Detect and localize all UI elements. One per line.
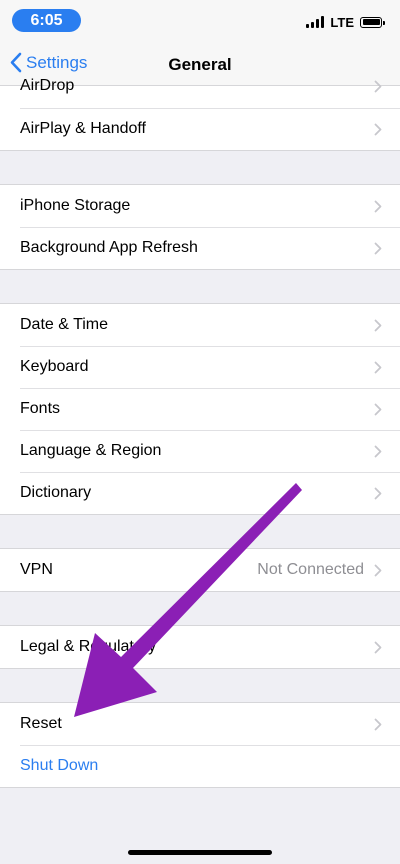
cellular-signal-icon	[306, 16, 325, 28]
status-bar: 6:05 LTE	[0, 0, 400, 44]
row-label: iPhone Storage	[20, 197, 131, 214]
settings-group: iPhone Storage Background App Refresh	[0, 184, 400, 270]
chevron-right-icon	[374, 564, 382, 576]
vpn-status-value: Not Connected	[257, 561, 364, 578]
chevron-right-icon	[374, 200, 382, 212]
row-label: AirPlay & Handoff	[20, 120, 146, 137]
chevron-right-icon	[374, 242, 382, 254]
status-time[interactable]: 6:05	[12, 9, 81, 32]
settings-row-reset[interactable]: Reset	[0, 703, 400, 745]
chevron-right-icon	[374, 445, 382, 457]
row-label: Date & Time	[20, 316, 109, 333]
row-label: Legal & Regulatory	[20, 638, 157, 655]
settings-row-dictionary[interactable]: Dictionary	[0, 472, 400, 514]
settings-row-vpn[interactable]: VPN Not Connected	[0, 549, 400, 591]
page-title: General	[168, 55, 232, 74]
settings-row-airdrop[interactable]: AirDrop	[0, 77, 400, 108]
row-label: Shut Down	[20, 757, 99, 774]
chevron-right-icon	[374, 718, 382, 730]
settings-row-language-region[interactable]: Language & Region	[0, 430, 400, 472]
chevron-right-icon	[374, 487, 382, 499]
chevron-right-icon	[374, 641, 382, 653]
battery-icon	[360, 16, 385, 28]
settings-group: AirDrop AirPlay & Handoff	[0, 77, 400, 151]
settings-list: AirDrop AirPlay & Handoff iPhone Storage…	[0, 77, 400, 788]
settings-row-airplay-handoff[interactable]: AirPlay & Handoff	[0, 108, 400, 150]
settings-row-keyboard[interactable]: Keyboard	[0, 346, 400, 388]
settings-row-fonts[interactable]: Fonts	[0, 388, 400, 430]
chevron-right-icon	[374, 319, 382, 331]
home-indicator[interactable]	[128, 850, 272, 855]
settings-row-iphone-storage[interactable]: iPhone Storage	[0, 185, 400, 227]
settings-group: Date & Time Keyboard Fonts Language & Re…	[0, 303, 400, 515]
settings-group: Reset Shut Down	[0, 702, 400, 788]
row-label: VPN	[20, 561, 53, 578]
row-label: Keyboard	[20, 358, 89, 375]
chevron-right-icon	[374, 80, 382, 93]
row-label: Background App Refresh	[20, 239, 198, 256]
status-indicators: LTE	[306, 14, 385, 30]
row-label: Reset	[20, 715, 62, 732]
settings-group: VPN Not Connected	[0, 548, 400, 592]
settings-row-background-app-refresh[interactable]: Background App Refresh	[0, 227, 400, 269]
chevron-right-icon	[374, 403, 382, 415]
chevron-right-icon	[374, 361, 382, 373]
network-type: LTE	[330, 14, 354, 30]
chevron-right-icon	[374, 123, 382, 135]
row-label: Dictionary	[20, 484, 92, 501]
settings-row-legal-regulatory[interactable]: Legal & Regulatory	[0, 626, 400, 668]
row-label: AirDrop	[20, 77, 75, 94]
settings-row-date-time[interactable]: Date & Time	[0, 304, 400, 346]
row-label: Fonts	[20, 400, 61, 417]
settings-group: Legal & Regulatory	[0, 625, 400, 669]
row-label: Language & Region	[20, 442, 162, 459]
shut-down-button[interactable]: Shut Down	[0, 745, 400, 787]
